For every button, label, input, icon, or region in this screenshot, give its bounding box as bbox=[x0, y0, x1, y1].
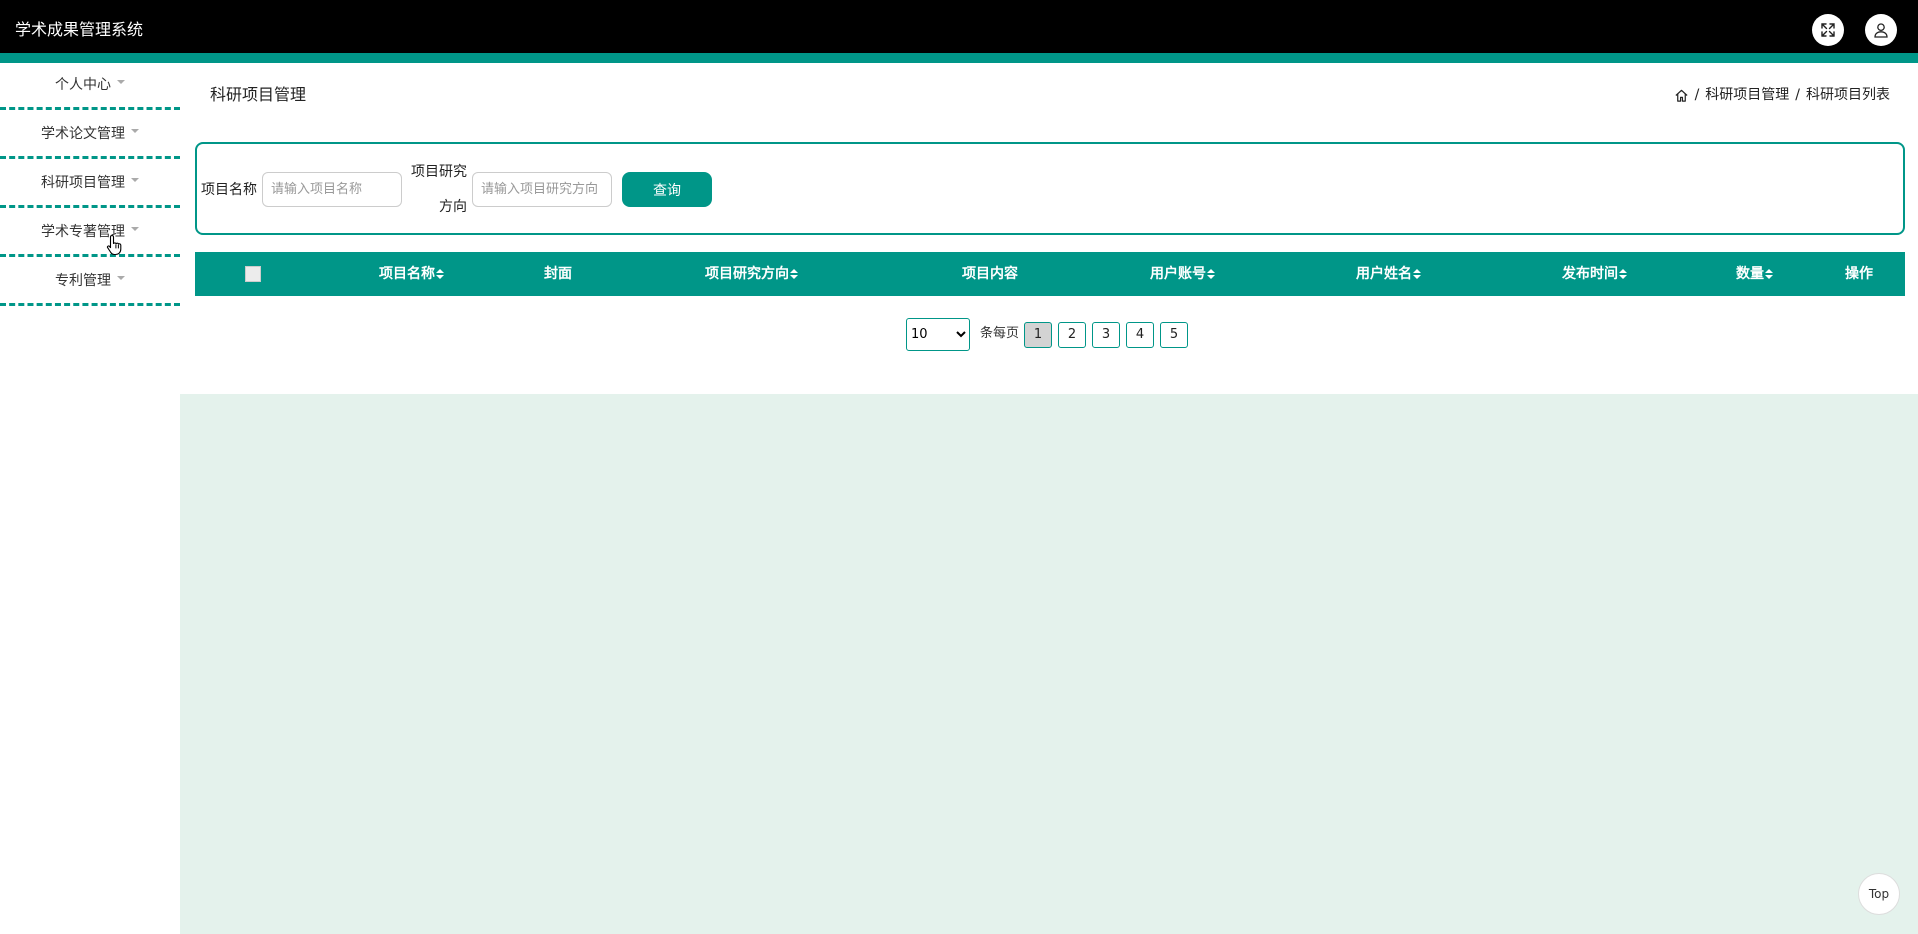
column-header-publish-time[interactable]: 发布时间 bbox=[1562, 252, 1627, 296]
select-all-checkbox[interactable] bbox=[245, 266, 261, 282]
caret-down-icon bbox=[131, 129, 139, 133]
column-header-user-name[interactable]: 用户姓名 bbox=[1356, 252, 1421, 296]
sidebar-item-label: 学术论文管理 bbox=[41, 126, 125, 142]
back-to-top-button[interactable]: Top bbox=[1858, 873, 1900, 915]
sidebar-item-papers[interactable]: 学术论文管理 bbox=[0, 112, 180, 159]
column-header-project-name[interactable]: 项目名称 bbox=[379, 252, 444, 296]
page-title: 科研项目管理 bbox=[210, 85, 307, 104]
caret-down-icon bbox=[131, 178, 139, 182]
caret-down-icon bbox=[117, 80, 125, 84]
top-bar-accent bbox=[0, 53, 1918, 63]
research-direction-input[interactable] bbox=[472, 172, 612, 207]
page-size-select[interactable]: 10 bbox=[906, 318, 970, 351]
sort-icon bbox=[436, 269, 444, 279]
top-bar: 学术成果管理系统 bbox=[0, 0, 1918, 53]
breadcrumb-level1[interactable]: 科研项目管理 bbox=[1705, 84, 1789, 106]
column-header-user-account[interactable]: 用户账号 bbox=[1150, 252, 1215, 296]
column-header-project-content: 项目内容 bbox=[962, 266, 1018, 282]
user-button[interactable] bbox=[1865, 14, 1897, 46]
column-header-actions: 操作 bbox=[1845, 266, 1873, 282]
sidebar-item-label: 个人中心 bbox=[55, 77, 111, 93]
sidebar: 个人中心 学术论文管理 科研项目管理 学术专著管理 专利管理 bbox=[0, 63, 180, 934]
breadcrumb-separator: / bbox=[1694, 87, 1700, 103]
sidebar-item-label: 科研项目管理 bbox=[41, 175, 125, 191]
project-name-label: 项目名称 bbox=[201, 182, 257, 198]
home-icon[interactable] bbox=[1674, 88, 1689, 103]
per-page-label: 条每页 bbox=[980, 326, 1020, 341]
breadcrumb: / 科研项目管理 / 科研项目列表 bbox=[1674, 84, 1890, 106]
sort-icon bbox=[1765, 269, 1773, 279]
fullscreen-icon bbox=[1821, 23, 1835, 37]
sidebar-item-monographs[interactable]: 学术专著管理 bbox=[0, 210, 180, 257]
sort-icon bbox=[1207, 269, 1215, 279]
app-title: 学术成果管理系统 bbox=[15, 20, 144, 39]
column-header-quantity[interactable]: 数量 bbox=[1736, 252, 1773, 296]
page-button-3[interactable]: 3 bbox=[1092, 322, 1120, 348]
caret-down-icon bbox=[131, 227, 139, 231]
page-button-4[interactable]: 4 bbox=[1126, 322, 1154, 348]
sidebar-item-personal-center[interactable]: 个人中心 bbox=[0, 63, 180, 110]
research-direction-label-line2: 方向 bbox=[439, 199, 467, 215]
sidebar-item-patents[interactable]: 专利管理 bbox=[0, 259, 180, 306]
table-header: 项目名称 封面 项目研究方向 项目内容 用户账号 用户姓名 发布时间 数量 操作 bbox=[195, 252, 1905, 296]
sort-icon bbox=[1619, 269, 1627, 279]
caret-down-icon bbox=[117, 276, 125, 280]
breadcrumb-level2: 科研项目列表 bbox=[1806, 87, 1890, 103]
query-button[interactable]: 查询 bbox=[622, 172, 712, 207]
column-header-research-direction[interactable]: 项目研究方向 bbox=[705, 252, 798, 296]
search-panel bbox=[195, 142, 1905, 235]
fullscreen-button[interactable] bbox=[1812, 14, 1844, 46]
page-button-2[interactable]: 2 bbox=[1058, 322, 1086, 348]
breadcrumb-separator: / bbox=[1795, 87, 1800, 103]
sort-icon bbox=[1413, 269, 1421, 279]
research-direction-label-line1: 项目研究 bbox=[411, 164, 467, 180]
column-header-cover: 封面 bbox=[544, 266, 572, 282]
sort-icon bbox=[790, 269, 798, 279]
sidebar-item-label: 专利管理 bbox=[55, 273, 111, 289]
project-name-input[interactable] bbox=[262, 172, 402, 207]
user-icon bbox=[1874, 23, 1888, 38]
page-button-5[interactable]: 5 bbox=[1160, 322, 1188, 348]
page-button-1[interactable]: 1 bbox=[1024, 322, 1052, 348]
sidebar-item-projects[interactable]: 科研项目管理 bbox=[0, 161, 180, 208]
hand-cursor-icon bbox=[106, 234, 122, 256]
